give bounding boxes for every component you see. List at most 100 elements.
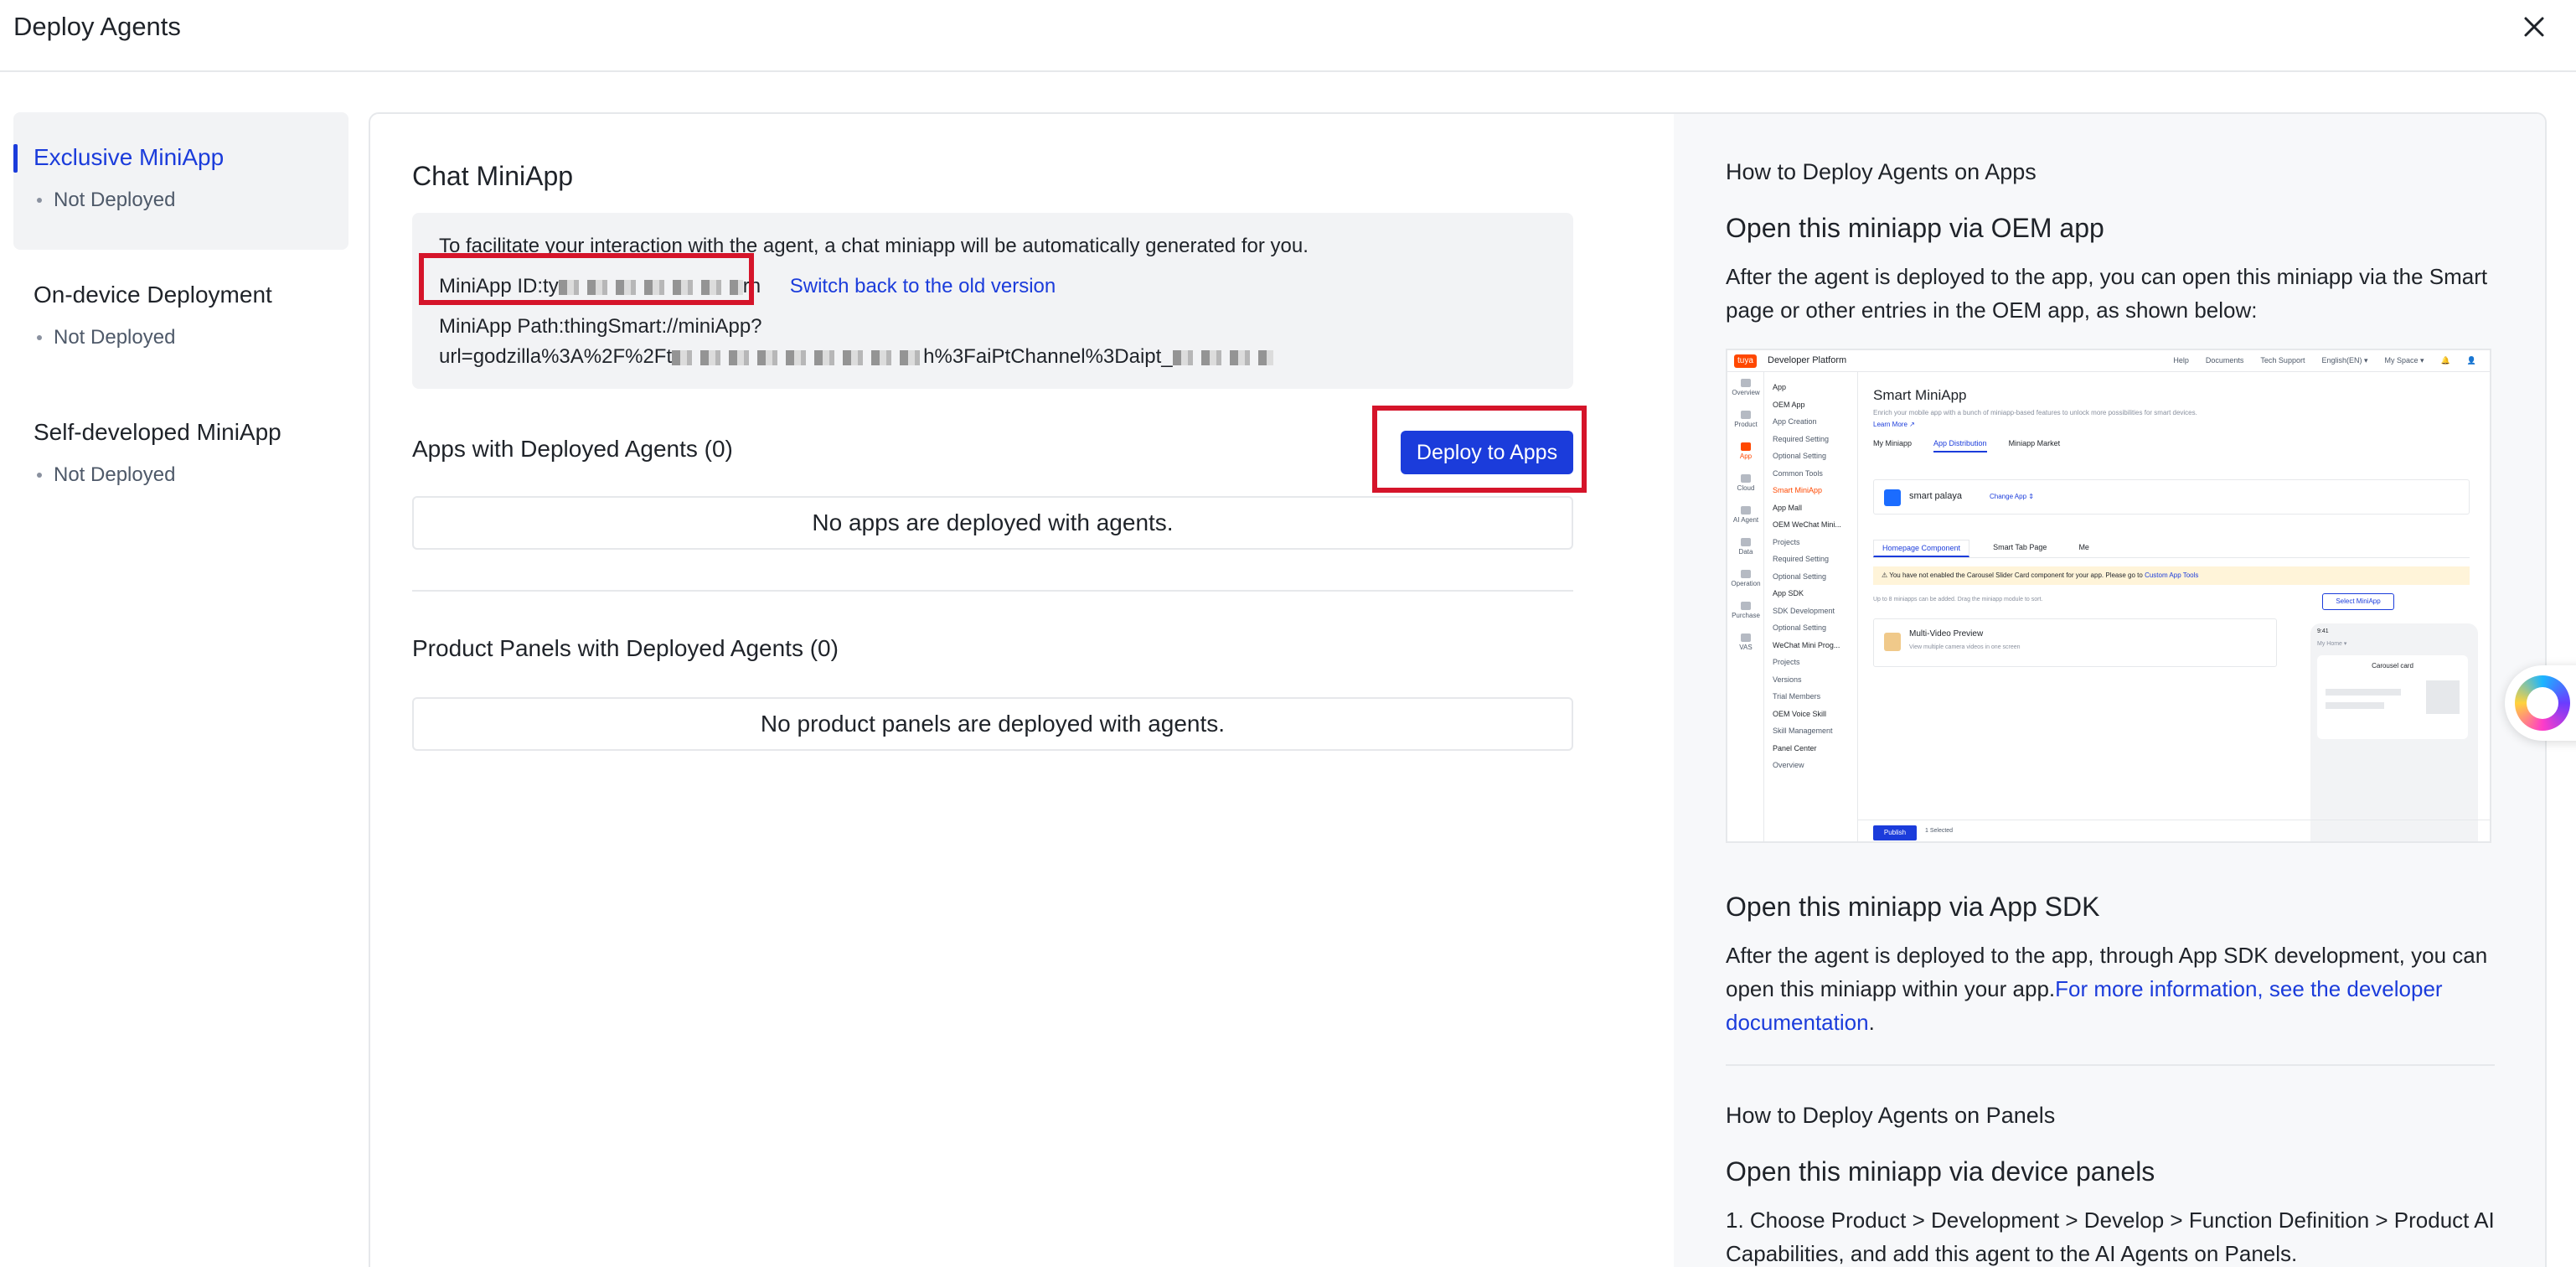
apps-deployed-title: Apps with Deployed Agents (0) [412, 436, 733, 462]
status-text: Not Deployed [54, 189, 176, 211]
placeholder-image [2426, 680, 2460, 714]
mini-tab: My Miniapp [1873, 439, 1913, 447]
oem-app-screenshot: tuya Developer Platform Help Documents T… [1726, 349, 2491, 843]
miniapp-path: MiniApp Path:thingSmart://miniApp? url=g… [439, 312, 1546, 372]
mini-side-item: Common Tools [1773, 468, 1823, 478]
nav-item-exclusive-miniapp[interactable]: Exclusive MiniApp Not Deployed [13, 112, 348, 250]
status-text: Not Deployed [54, 463, 176, 486]
mini-side-menu: App OEM App App Creation Required Settin… [1764, 372, 1858, 841]
status-text: Not Deployed [54, 326, 176, 349]
oem-desc: After the agent is deployed to the app, … [1726, 264, 2488, 323]
mini-rail-item: Cloud [1727, 474, 1764, 492]
mini-side-item: OEM Voice Skill [1773, 709, 1827, 718]
path-label: MiniApp Path:thingSmart://miniApp? [439, 315, 762, 338]
mini-user-icon: 👤 [2466, 356, 2476, 365]
mini-select-button: Select MiniApp [2322, 593, 2394, 610]
app-icon [1884, 489, 1901, 506]
mini-side-item: App Creation [1773, 417, 1817, 426]
data-icon [1741, 538, 1751, 546]
mini-tab: Miniapp Market [2008, 439, 2061, 447]
mini-side-item: Smart MiniApp [1773, 486, 1823, 494]
close-icon[interactable] [2519, 12, 2549, 42]
status-dot [37, 473, 42, 478]
mini-side-item: Optional Setting [1773, 623, 1827, 632]
panel-desc: 1. Choose Product > Development > Develo… [1726, 1208, 2495, 1266]
mini-side-item: Optional Setting [1773, 571, 1827, 581]
panels-deployed-title: Product Panels with Deployed Agents (0) [412, 635, 839, 661]
mini-top-link: Tech Support [2260, 356, 2305, 365]
mini-rail-item: Product [1727, 411, 1764, 428]
sdk-title: Open this miniapp via App SDK [1726, 892, 2100, 922]
mini-brand: Developer Platform [1768, 355, 1847, 365]
mini-rail-item: VAS [1727, 634, 1764, 651]
nav-item-self-developed-miniapp[interactable]: Self-developed MiniApp Not Deployed [13, 387, 348, 525]
app-icon [1741, 442, 1751, 451]
mini-side-item: Required Setting [1773, 555, 1830, 563]
mini-item-sub: View multiple camera videos in one scree… [1909, 644, 2021, 650]
panels-guide-heading: How to Deploy Agents on Panels [1726, 1103, 2056, 1128]
mini-rail-item: App [1727, 442, 1764, 460]
mini-side-item: Trial Members [1773, 692, 1821, 701]
redacted-path [672, 349, 924, 365]
assistant-orb-icon [2515, 675, 2570, 731]
phone-card-title: Carousel card [2372, 662, 2413, 670]
highlight-deploy-button [1372, 406, 1587, 493]
mini-top-link: My Space ▾ [2384, 356, 2424, 365]
placeholder-bar [2326, 689, 2401, 696]
mini-app-name: smart palaya [1909, 491, 1962, 501]
mini-publish-button: Publish [1873, 825, 1917, 840]
mini-subtabs: Homepage Component Smart Tab Page Me [1873, 540, 2470, 558]
mini-top-link: English(EN) ▾ [2321, 356, 2368, 365]
mini-subtab: Me [2078, 543, 2089, 551]
main-card: Chat MiniApp To facilitate your interact… [369, 112, 2547, 1267]
mini-miniapp-item: Multi-Video Preview View multiple camera… [1873, 618, 2277, 667]
panel-title: Open this miniapp via device panels [1726, 1156, 2155, 1187]
mini-topbar: tuya Developer Platform Help Documents T… [1727, 350, 2490, 372]
ai-agent-icon [1741, 506, 1751, 515]
mini-side-item: OEM WeChat Mini... [1773, 520, 1841, 529]
mini-side-item: Optional Setting [1773, 452, 1827, 460]
mini-side-item: Required Setting [1773, 434, 1830, 443]
mini-tabs: My Miniapp App Distribution Miniapp Mark… [1873, 439, 2060, 452]
phone-time: 9:41 [2317, 628, 2329, 634]
mini-bottombar: Publish 1 Selected [1858, 820, 2490, 841]
nav-item-on-device-deployment[interactable]: On-device Deployment Not Deployed [13, 250, 348, 387]
mini-side-item: App Mall [1773, 503, 1803, 512]
mini-count-note: Up to 8 miniapps can be added. Drag the … [1873, 597, 2043, 602]
deploy-nav: Exclusive MiniApp Not Deployed On-device… [13, 112, 348, 525]
mini-side-item: Overview [1773, 761, 1804, 769]
redacted-path-end [1172, 349, 1273, 365]
purchase-icon [1741, 602, 1751, 610]
mini-rail-item: Purchase [1727, 602, 1764, 619]
chat-miniapp-title: Chat MiniApp [412, 161, 574, 191]
highlight-miniapp-id [419, 253, 754, 305]
mini-top-link: Help [2173, 356, 2189, 365]
mini-change-app: Change App ⇕ [1990, 493, 2034, 500]
warning-icon: ⚠ [1882, 571, 1890, 579]
mini-side-item: App [1773, 383, 1787, 391]
dialog-title: Deploy Agents [13, 12, 181, 41]
nav-item-title: On-device Deployment [34, 282, 272, 308]
nav-item-status: Not Deployed [34, 323, 328, 352]
sdk-desc: After the agent is deployed to the app, … [1726, 943, 2488, 1035]
mini-desc: Enrich your mobile app with a bunch of m… [1873, 409, 2197, 416]
switch-old-version-link[interactable]: Switch back to the old version [790, 275, 1056, 297]
cloud-icon [1741, 474, 1751, 483]
mini-rail-item: Data [1727, 538, 1764, 556]
apps-empty-state: No apps are deployed with agents. [412, 496, 1573, 550]
mini-subtab: Smart Tab Page [1993, 543, 2047, 551]
mini-warning: ⚠ You have not enabled the Carousel Slid… [1873, 566, 2470, 585]
mini-side-item: Skill Management [1773, 727, 1833, 735]
placeholder-bar [2326, 702, 2384, 709]
ai-assistant-button[interactable] [2505, 665, 2576, 741]
vas-icon [1741, 634, 1751, 642]
path-url: url=godzilla%3A%2F%2Ft h%3FaiPtChannel%3D… [439, 342, 1546, 372]
mini-phone-preview: 9:41 My Home ▾ Carousel card [2310, 623, 2478, 841]
apps-guide-heading: How to Deploy Agents on Apps [1726, 159, 2037, 184]
mini-app-card: smart palaya Change App ⇕ [1873, 479, 2470, 515]
mini-item-title: Multi-Video Preview [1909, 629, 1984, 639]
mini-rail-item: Overview [1727, 379, 1764, 396]
status-dot [37, 335, 42, 340]
guide-divider [1726, 1064, 2495, 1066]
mini-rail: Overview Product App Cloud AI Agent Data… [1727, 372, 1764, 841]
